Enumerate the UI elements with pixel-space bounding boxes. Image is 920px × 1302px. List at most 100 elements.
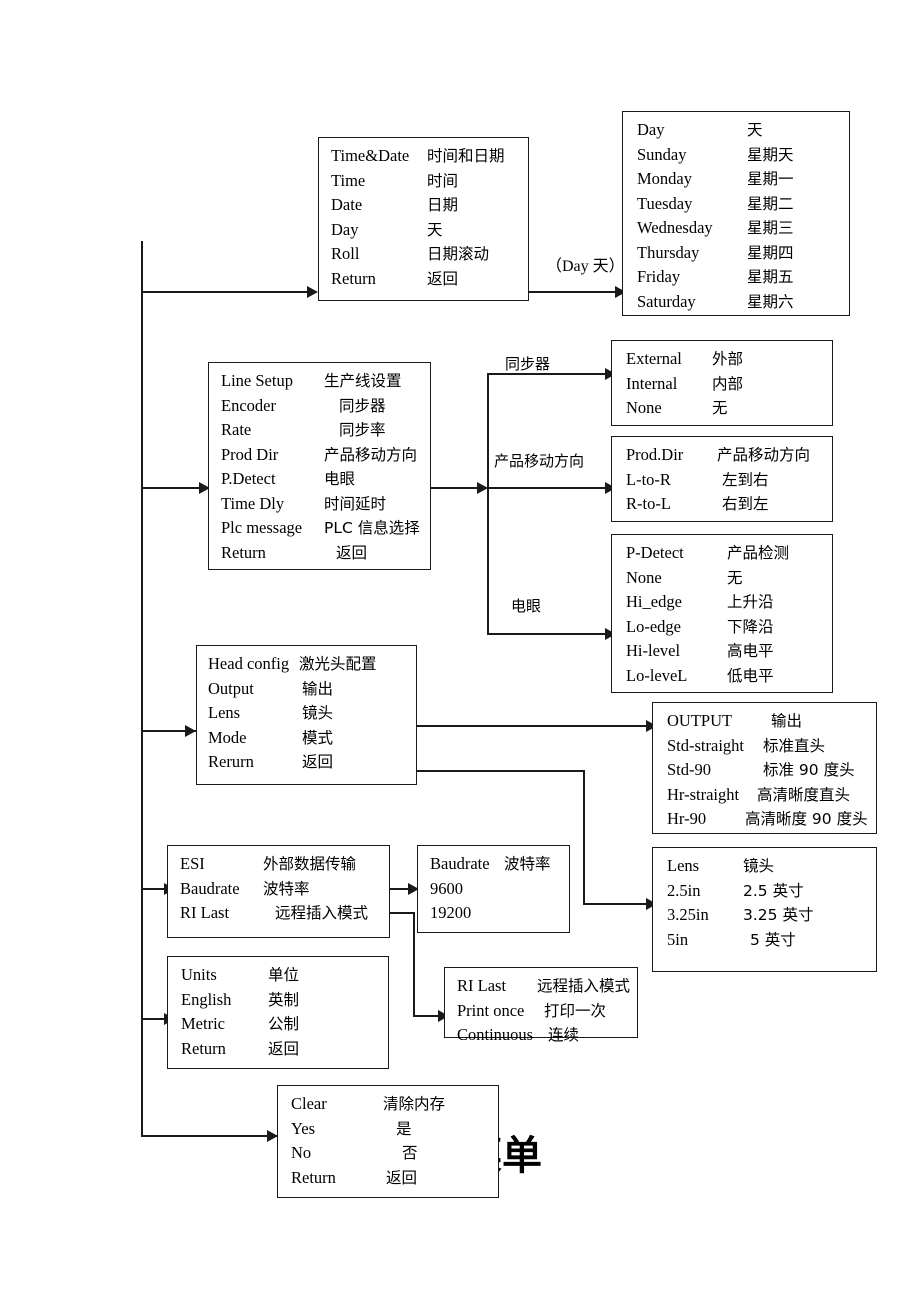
box-units[interactable]: Units 单位 English 英制 Metric 公制 Return 返回 bbox=[167, 956, 389, 1069]
menu-row[interactable]: Friday 星期五 bbox=[623, 265, 849, 290]
menu-row[interactable]: Day 天 bbox=[319, 218, 528, 243]
box-lens-options[interactable]: Lens 镜头 2.5in 2.5 英寸 3.25in 3.25 英寸 5in … bbox=[652, 847, 877, 972]
menu-row[interactable]: Output 输出 bbox=[197, 677, 416, 702]
menu-row[interactable]: Return 返回 bbox=[209, 541, 430, 566]
row-label-en: Monday bbox=[637, 169, 692, 188]
row-label-en: Lo-edge bbox=[626, 616, 681, 636]
menu-row[interactable]: R-to-L 右到左 bbox=[612, 492, 832, 517]
box-clear[interactable]: Clear 清除内存 Yes 是 No 否 Return 返回 bbox=[277, 1085, 499, 1198]
menu-row[interactable]: Sunday 星期天 bbox=[623, 143, 849, 168]
menu-row[interactable]: Hr-90 高清晰度 90 度头 bbox=[653, 807, 876, 832]
menu-row[interactable]: Wednesday 星期三 bbox=[623, 216, 849, 241]
connector-esi-to-rilast-seg2 bbox=[413, 912, 415, 1017]
box-ri-last-options[interactable]: RI Last 远程插入模式 Print once 打印一次 Continuou… bbox=[444, 967, 638, 1044]
menu-row[interactable]: Units 单位 bbox=[168, 963, 388, 988]
row-label-cn: 生产线设置 bbox=[324, 372, 402, 390]
menu-row[interactable]: Baudrate 波特率 bbox=[168, 877, 389, 902]
menu-row[interactable]: Thursday 星期四 bbox=[623, 241, 849, 266]
row-label-en: Rerurn bbox=[208, 752, 254, 771]
box-encoder-options[interactable]: External 外部 Internal 内部 None 无 bbox=[611, 340, 833, 426]
box-p-detect-options[interactable]: P-Detect 产品检测 None 无 Hi_edge 上升沿 Lo-edge… bbox=[611, 534, 833, 693]
row-label-cn: 星期一 bbox=[747, 170, 794, 188]
menu-row[interactable]: Prod.Dir 产品移动方向 bbox=[612, 443, 832, 468]
menu-row[interactable]: Prod Dir 产品移动方向 bbox=[209, 443, 430, 468]
menu-row[interactable]: Metric 公制 bbox=[168, 1012, 388, 1037]
menu-row[interactable]: 19200 bbox=[418, 901, 569, 926]
menu-row[interactable]: Clear 清除内存 bbox=[278, 1092, 498, 1117]
menu-row[interactable]: RI Last 远程插入模式 bbox=[445, 974, 637, 999]
menu-row[interactable]: Baudrate 波特率 bbox=[418, 852, 569, 877]
row-label-en: Lo-leveL bbox=[626, 665, 688, 685]
menu-row[interactable]: Continuous 连续 bbox=[445, 1023, 637, 1048]
menu-row[interactable]: Mode 模式 bbox=[197, 726, 416, 751]
row-label-cn: 返回 bbox=[336, 543, 368, 562]
row-label-cn: 星期二 bbox=[747, 194, 794, 213]
menu-row[interactable]: Day 天 bbox=[623, 118, 849, 143]
menu-row[interactable]: Internal 内部 bbox=[612, 372, 832, 397]
row-label-en: 5in bbox=[667, 929, 689, 949]
connector-timedate-to-days bbox=[529, 291, 621, 293]
menu-row[interactable]: 3.25in 3.25 英寸 bbox=[653, 903, 876, 928]
row-label-en: English bbox=[181, 989, 232, 1009]
menu-row[interactable]: Time&Date 时间和日期 bbox=[319, 144, 528, 169]
row-label-en: Clear bbox=[291, 1094, 327, 1113]
menu-row[interactable]: Lens 镜头 bbox=[653, 854, 876, 879]
menu-row[interactable]: External 外部 bbox=[612, 347, 832, 372]
row-label-en: Plc message bbox=[221, 518, 303, 537]
menu-row[interactable]: Return 返回 bbox=[319, 267, 528, 292]
box-prod-dir-options[interactable]: Prod.Dir 产品移动方向 L-to-R 左到右 R-to-L 右到左 bbox=[611, 436, 833, 522]
menu-row[interactable]: Std-90 标准 90 度头 bbox=[653, 758, 876, 783]
menu-row[interactable]: RI Last 远程插入模式 bbox=[168, 901, 389, 926]
box-time-date[interactable]: Time&Date 时间和日期 Time 时间 Date 日期 Day 天 Ro… bbox=[318, 137, 529, 301]
box-head-config[interactable]: Head config 激光头配置 Output 输出 Lens 镜头 Mode… bbox=[196, 645, 417, 785]
menu-row[interactable]: ESI 外部数据传输 bbox=[168, 852, 389, 877]
menu-row[interactable]: Roll 日期滚动 bbox=[319, 242, 528, 267]
menu-row[interactable]: P-Detect 产品检测 bbox=[612, 541, 832, 566]
row-label-cn: 输出 bbox=[302, 679, 334, 698]
menu-row[interactable]: L-to-R 左到右 bbox=[612, 468, 832, 493]
menu-row[interactable]: Encoder 同步器 bbox=[209, 394, 430, 419]
menu-row[interactable]: Hi-level 高电平 bbox=[612, 639, 832, 664]
menu-row[interactable]: Yes 是 bbox=[278, 1117, 498, 1142]
menu-row[interactable]: Rerurn 返回 bbox=[197, 750, 416, 775]
row-label-cn: 同步率 bbox=[339, 421, 386, 439]
menu-row[interactable]: Hi_edge 上升沿 bbox=[612, 590, 832, 615]
connector-trunk-to-clear bbox=[141, 1135, 283, 1137]
menu-row[interactable]: Lo-edge 下降沿 bbox=[612, 615, 832, 640]
box-output-options[interactable]: OUTPUT 输出 Std-straight 标准直头 Std-90 标准 90… bbox=[652, 702, 877, 834]
menu-row[interactable]: None 无 bbox=[612, 396, 832, 421]
menu-row[interactable]: English 英制 bbox=[168, 988, 388, 1013]
menu-row[interactable]: Hr-straight 高清晰度直头 bbox=[653, 783, 876, 808]
box-esi[interactable]: ESI 外部数据传输 Baudrate 波特率 RI Last 远程插入模式 bbox=[167, 845, 390, 938]
menu-row[interactable]: Plc message PLC 信息选择 bbox=[209, 516, 430, 541]
menu-row[interactable]: 9600 bbox=[418, 877, 569, 902]
menu-row[interactable]: Lo-leveL 低电平 bbox=[612, 664, 832, 689]
menu-row[interactable]: Tuesday 星期二 bbox=[623, 192, 849, 217]
menu-row[interactable]: Saturday 星期六 bbox=[623, 290, 849, 315]
menu-row[interactable]: Monday 星期一 bbox=[623, 167, 849, 192]
box-days[interactable]: Day 天 Sunday 星期天 Monday 星期一 Tuesday 星期二 … bbox=[622, 111, 850, 316]
row-label-en: Date bbox=[331, 195, 363, 214]
box-baudrate-options[interactable]: Baudrate 波特率 9600 19200 bbox=[417, 845, 570, 933]
menu-row[interactable]: No 否 bbox=[278, 1141, 498, 1166]
menu-row[interactable]: Rate 同步率 bbox=[209, 418, 430, 443]
row-label-cn: 低电平 bbox=[727, 666, 774, 685]
menu-row[interactable]: Time 时间 bbox=[319, 169, 528, 194]
menu-row[interactable]: Line Setup 生产线设置 bbox=[209, 369, 430, 394]
menu-row[interactable]: P.Detect 电眼 bbox=[209, 467, 430, 492]
box-line-setup[interactable]: Line Setup 生产线设置 Encoder 同步器 Rate 同步率 Pr… bbox=[208, 362, 431, 570]
menu-row[interactable]: Lens 镜头 bbox=[197, 701, 416, 726]
menu-row[interactable]: Std-straight 标准直头 bbox=[653, 734, 876, 759]
menu-row[interactable]: 2.5in 2.5 英寸 bbox=[653, 879, 876, 904]
row-label-en: Saturday bbox=[637, 291, 696, 311]
menu-row[interactable]: OUTPUT 输出 bbox=[653, 709, 876, 734]
menu-row[interactable]: Print once 打印一次 bbox=[445, 999, 637, 1024]
menu-row[interactable]: 5in 5 英寸 bbox=[653, 928, 876, 953]
menu-row[interactable]: Date 日期 bbox=[319, 193, 528, 218]
row-label-cn: 是 bbox=[396, 1119, 412, 1138]
menu-row[interactable]: Head config 激光头配置 bbox=[197, 652, 416, 677]
menu-row[interactable]: Return 返回 bbox=[168, 1037, 388, 1062]
menu-row[interactable]: Return 返回 bbox=[278, 1166, 498, 1191]
menu-row[interactable]: None 无 bbox=[612, 566, 832, 591]
menu-row[interactable]: Time Dly 时间延时 bbox=[209, 492, 430, 517]
